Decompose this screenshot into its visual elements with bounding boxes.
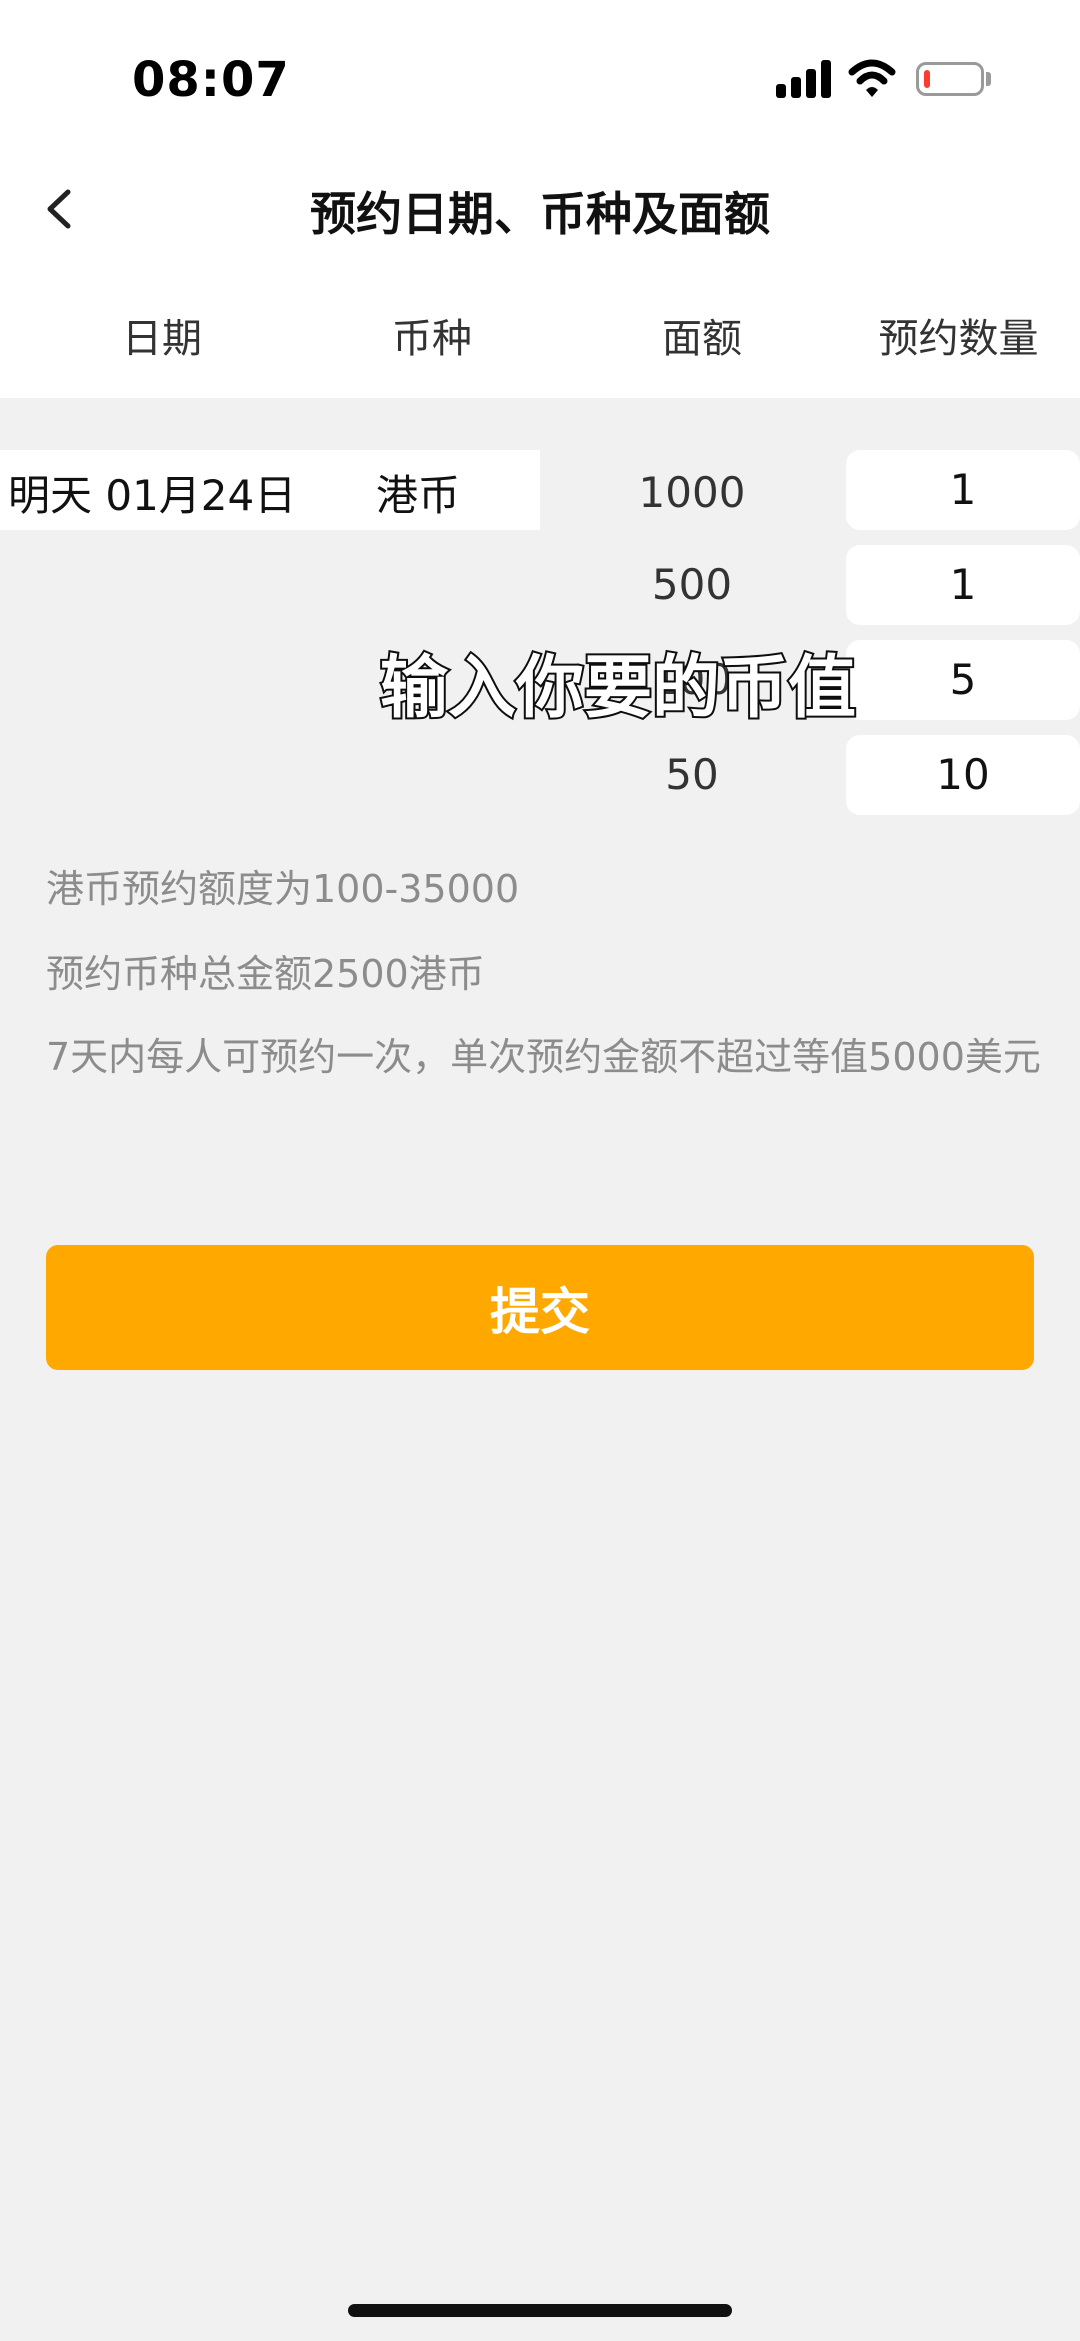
column-header-quantity: 预约数量 (878, 316, 1039, 362)
battery-tip (986, 72, 991, 86)
info-limit-text: 港币预约额度为100-35000 (46, 867, 520, 911)
quantity-input[interactable]: 5 (846, 640, 1080, 720)
submit-button[interactable]: 提交 (46, 1245, 1034, 1370)
home-indicator[interactable] (348, 2304, 732, 2317)
quantity-input[interactable]: 1 (846, 545, 1080, 625)
column-header-currency: 币种 (392, 316, 472, 362)
info-rule-text: 7天内每人可预约一次，单次预约金额不超过等值5000美元 (46, 1035, 1041, 1079)
wifi-icon (848, 59, 896, 97)
denomination-value: 50 (665, 750, 719, 799)
overlay-caption: 输入你要的币值 (378, 647, 858, 730)
quantity-input[interactable]: 10 (846, 735, 1080, 815)
quantity-input[interactable]: 1 (846, 450, 1080, 530)
selected-currency[interactable]: 港币 (376, 462, 460, 523)
column-header-denomination: 面额 (662, 316, 742, 362)
battery-level (924, 70, 930, 88)
denomination-value: 500 (651, 560, 733, 609)
page-title: 预约日期、币种及面额 (310, 187, 770, 241)
denomination-value: 1000 (638, 468, 746, 517)
selected-date[interactable]: 明天 01月24日 (8, 462, 296, 523)
status-time: 08:07 (132, 52, 290, 108)
info-total-text: 预约币种总金额2500港币 (46, 952, 485, 996)
battery-icon (916, 62, 984, 96)
cellular-signal-icon (776, 60, 832, 98)
column-header-date: 日期 (122, 316, 202, 362)
